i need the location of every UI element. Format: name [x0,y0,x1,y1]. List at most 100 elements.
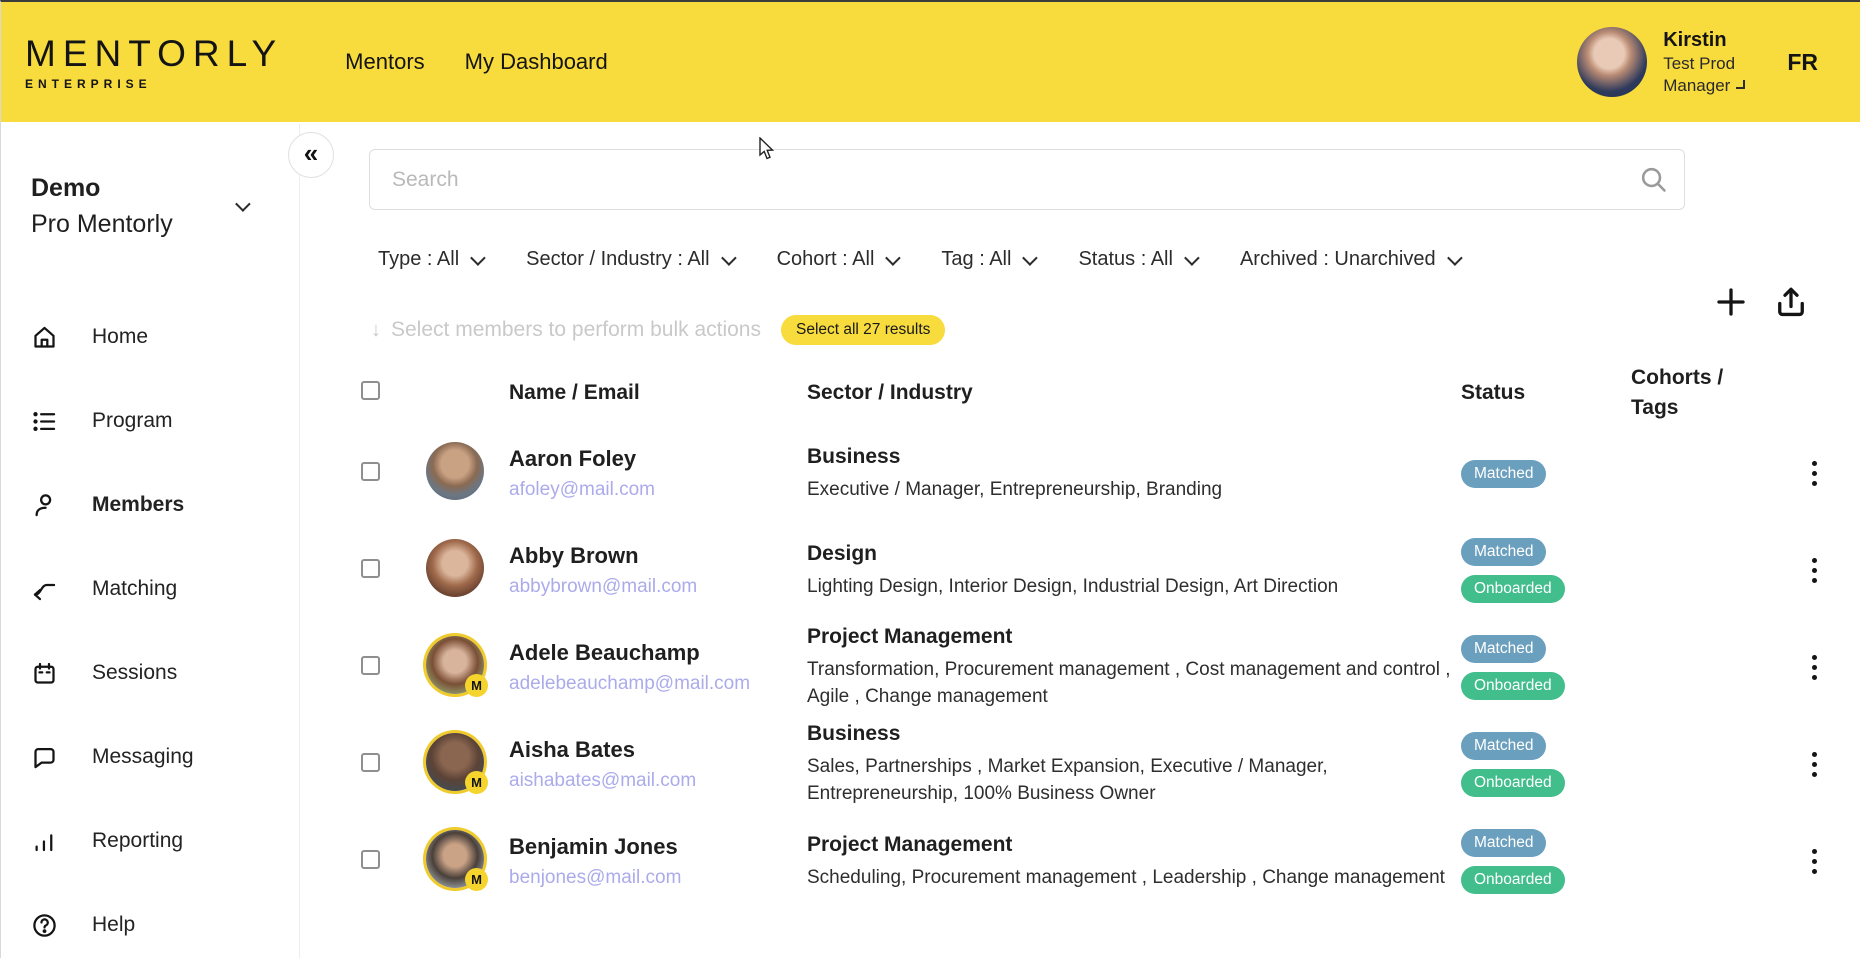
bulk-actions-row: ↓ Select members to perform bulk actions… [371,315,1860,345]
member-email[interactable]: afoley@mail.com [509,479,797,501]
status-badges: Matched Onboarded [1451,635,1631,700]
filter-label: Sector / Industry : All [526,248,709,271]
sidebar-collapse-button[interactable]: « [288,132,334,178]
messaging-icon [31,744,58,771]
top-nav: Mentors My Dashboard [345,49,608,75]
col-name-email: Name / Email [499,381,797,405]
table-row: M Abby Brown abbybrown@mail.com Design L… [301,522,1860,619]
filter-archived[interactable]: Archived : Unarchived [1240,248,1459,271]
select-all-checkbox[interactable] [361,381,380,400]
user-role-line2[interactable]: Manager [1663,75,1745,96]
member-name[interactable]: Aaron Foley [509,446,797,472]
status-badge-matched: Matched [1461,635,1546,663]
sector-skills: Executive / Manager, Entrepreneurship, B… [807,476,1451,503]
member-email[interactable]: benjones@mail.com [509,867,797,889]
table-row: M Adele Beauchamp adelebeauchamp@mail.co… [301,619,1860,716]
member-name[interactable]: Benjamin Jones [509,834,797,860]
chevron-down-icon [1447,250,1463,266]
row-checkbox[interactable] [361,850,380,869]
member-email[interactable]: abbybrown@mail.com [509,576,797,598]
member-email[interactable]: aishabates@mail.com [509,770,797,792]
filter-label: Type : All [378,248,459,271]
sidebar-item-members[interactable]: Members [1,463,299,547]
select-all-results-button[interactable]: Select all 27 results [781,315,945,345]
status-badge-onboarded: Onboarded [1461,769,1565,797]
filter-cohort[interactable]: Cohort : All [777,248,898,271]
chevron-down-icon [1184,250,1200,266]
kebab-menu-icon[interactable] [1781,552,1847,589]
status-badges: Matched [1451,460,1631,488]
avatar: M [426,636,484,694]
sidebar-item-program[interactable]: Program [1,379,299,463]
status-badge-matched: Matched [1461,538,1546,566]
avatar: M [426,830,484,888]
kebab-menu-icon[interactable] [1781,746,1847,783]
sidebar-item-sessions[interactable]: Sessions [1,631,299,715]
down-arrow-icon: ↓ [371,319,381,342]
sidebar-item-reporting[interactable]: Reporting [1,799,299,883]
sidebar-menu: Home Program Members Matching Sessions M… [1,295,299,958]
kebab-menu-icon[interactable] [1781,649,1847,686]
sector-skills: Transformation, Procurement management ,… [807,656,1451,710]
search-icon[interactable] [1638,164,1669,195]
filter-type[interactable]: Type : All [378,248,482,271]
avatar: M [426,733,484,791]
sector-title: Project Management [807,833,1451,857]
member-name[interactable]: Adele Beauchamp [509,640,797,666]
row-checkbox[interactable] [361,753,380,772]
help-icon [31,912,58,939]
filter-label: Cohort : All [777,248,875,271]
user-menu[interactable]: Kirstin Test Prod Manager FR [1577,27,1818,97]
org-subtitle: Pro Mentorly [31,210,273,239]
member-name[interactable]: Aisha Bates [509,737,797,763]
sidebar-item-matching[interactable]: Matching [1,547,299,631]
filter-sector[interactable]: Sector / Industry : All [526,248,732,271]
sidebar-item-label: Sessions [92,661,177,685]
nav-my-dashboard[interactable]: My Dashboard [465,49,608,75]
row-checkbox[interactable] [361,462,380,481]
plus-icon [1713,284,1749,320]
program-icon [31,408,58,435]
member-name[interactable]: Abby Brown [509,543,797,569]
col-status: Status [1451,381,1631,405]
filter-label: Archived : Unarchived [1240,248,1436,271]
sidebar-item-label: Messaging [92,745,194,769]
status-badges: Matched Onboarded [1451,538,1631,603]
collapse-chevrons-icon: « [304,138,318,169]
filter-tag[interactable]: Tag : All [941,248,1034,271]
sector-title: Design [807,542,1451,566]
sidebar-item-label: Members [92,493,184,517]
add-member-button[interactable] [1713,284,1749,320]
export-button[interactable] [1773,284,1809,320]
status-badge-onboarded: Onboarded [1461,575,1565,603]
sidebar-item-help[interactable]: Help [1,883,299,958]
user-avatar[interactable] [1577,27,1647,97]
language-toggle[interactable]: FR [1787,49,1818,76]
status-badge-matched: Matched [1461,829,1546,857]
chevron-down-icon [1023,250,1039,266]
kebab-menu-icon[interactable] [1781,455,1847,492]
search-input[interactable] [369,149,1685,210]
home-icon [31,324,58,351]
sidebar-item-messaging[interactable]: Messaging [1,715,299,799]
kebab-menu-icon[interactable] [1781,843,1847,880]
sidebar-item-label: Help [92,913,135,937]
search-bar [369,149,1685,210]
chevron-down-icon [470,250,486,266]
row-checkbox[interactable] [361,656,380,675]
member-email[interactable]: adelebeauchamp@mail.com [509,673,797,695]
filter-status[interactable]: Status : All [1078,248,1196,271]
status-badges: MatchedOnboarded [1451,829,1631,894]
chevron-down-icon [721,250,737,266]
row-checkbox[interactable] [361,559,380,578]
status-badge-onboarded: Onboarded [1461,672,1565,700]
sidebar-item-home[interactable]: Home [1,295,299,379]
user-role-line1: Test Prod [1663,53,1745,74]
upload-icon [1773,284,1809,320]
sector-skills: Scheduling, Procurement management , Lea… [807,864,1451,891]
org-switcher[interactable]: Demo Pro Mentorly [1,124,299,239]
table-header: Name / Email Sector / Industry Status Co… [301,361,1860,425]
matching-icon [31,576,58,603]
mentorly-logo[interactable]: MENTORLY ENTERPRISE [25,33,283,91]
nav-mentors[interactable]: Mentors [345,49,424,75]
